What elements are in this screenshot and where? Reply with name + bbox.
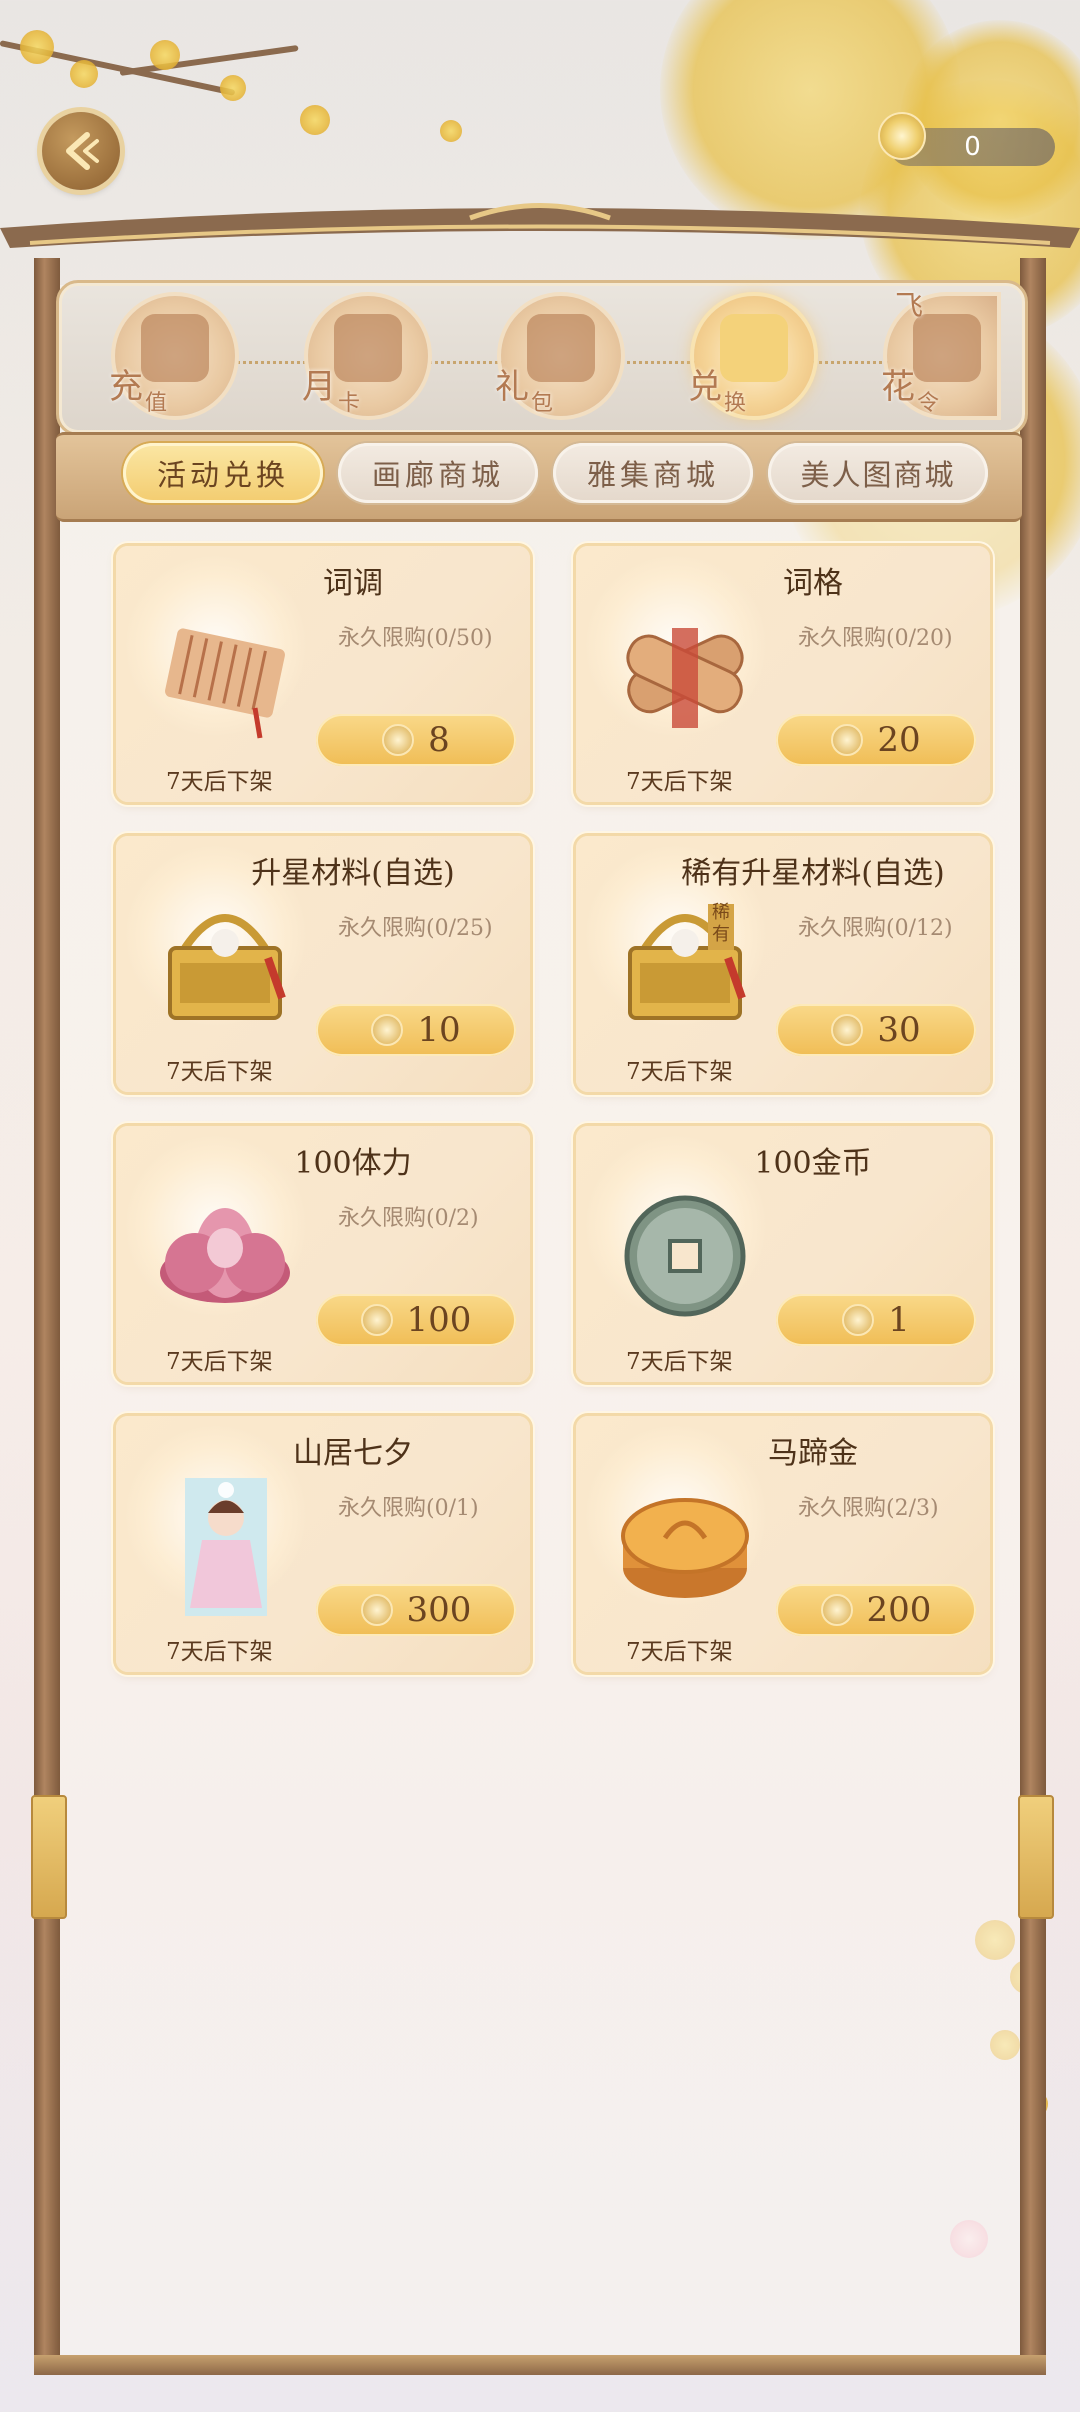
item-limit: 永久限购(0/12) xyxy=(798,916,953,941)
bamboo-scroll-icon xyxy=(626,628,744,728)
left-scroll-handle xyxy=(31,1795,67,1919)
category-label: 充 xyxy=(109,367,143,407)
tab-event-exchange[interactable]: 活动兑换 xyxy=(123,443,323,503)
item-name: 山居七夕 xyxy=(293,1436,413,1471)
price-button[interactable]: 30 xyxy=(776,1004,976,1056)
item-name: 100金币 xyxy=(754,1146,872,1181)
item-price: 30 xyxy=(877,1010,921,1050)
tab-gathering-shop[interactable]: 雅集商城 xyxy=(553,443,753,503)
category-flower-order[interactable]: 飞 花令 xyxy=(881,292,997,416)
category-sublabel: 值 xyxy=(145,391,168,416)
flower-token-icon xyxy=(831,1014,864,1046)
flower-token-icon xyxy=(831,724,864,756)
item-limit: 永久限购(0/2) xyxy=(338,1206,479,1231)
category-exchange[interactable]: 兑换 xyxy=(688,296,814,416)
item-name: 马蹄金 xyxy=(768,1436,858,1471)
shop-item-card[interactable]: 100体力 永久限购(0/2) 100 7天后下架 xyxy=(116,1126,530,1382)
item-price: 300 xyxy=(406,1590,472,1630)
tab-gallery-shop[interactable]: 画廊商城 xyxy=(338,443,538,503)
item-expire: 7天后下架 xyxy=(166,1639,273,1665)
shop-item-card[interactable]: 山居七夕 永久限购(0/1) 300 7天后下架 xyxy=(116,1416,530,1672)
price-button[interactable]: 8 xyxy=(316,714,516,766)
shop-item-card[interactable]: 马蹄金 永久限购(2/3) 200 7天后下架 xyxy=(576,1416,990,1672)
currency-value: 0 xyxy=(964,132,981,162)
item-expire: 7天后下架 xyxy=(626,1349,733,1375)
category-label: 礼 xyxy=(495,367,529,407)
price-button[interactable]: 200 xyxy=(776,1584,976,1636)
category-monthly-card[interactable]: 月卡 xyxy=(302,296,428,416)
category-label: 花 xyxy=(881,367,915,407)
item-price: 200 xyxy=(866,1590,932,1630)
item-price: 100 xyxy=(406,1300,472,1340)
item-price: 20 xyxy=(877,720,921,760)
basket-icon xyxy=(168,914,286,1020)
category-label: 月 xyxy=(302,367,336,407)
flower-token-icon xyxy=(360,1594,393,1626)
flower-token-icon xyxy=(382,724,415,756)
item-name: 100体力 xyxy=(294,1146,412,1181)
category-sublabel: 换 xyxy=(724,391,747,416)
item-limit: 永久限购(0/1) xyxy=(338,1496,479,1521)
item-expire: 7天后下架 xyxy=(626,769,733,795)
lotus-icon xyxy=(160,1208,290,1303)
item-expire: 7天后下架 xyxy=(166,1059,273,1085)
category-extra-char: 飞 xyxy=(895,289,924,322)
flower-token-icon xyxy=(360,1304,393,1336)
price-button[interactable]: 10 xyxy=(316,1004,516,1056)
scroll-icon xyxy=(165,628,285,739)
category-sublabel: 令 xyxy=(917,391,940,416)
back-button[interactable] xyxy=(42,112,120,190)
item-limit: 永久限购(0/25) xyxy=(338,916,493,941)
right-scroll-handle xyxy=(1018,1795,1054,1919)
item-name: 词格 xyxy=(783,566,843,601)
costume-portrait-icon xyxy=(185,1478,267,1616)
tab-beauty-shop[interactable]: 美人图商城 xyxy=(768,443,988,503)
shop-item-card[interactable]: 词调 永久限购(0/50) 8 7天后下架 xyxy=(116,546,530,802)
jade-coin-icon xyxy=(624,1195,746,1317)
item-limit: 永久限购(2/3) xyxy=(798,1496,939,1521)
shop-item-card[interactable]: 100金币 1 7天后下架 xyxy=(576,1126,990,1382)
category-sublabel: 卡 xyxy=(338,391,361,416)
item-price: 10 xyxy=(417,1010,461,1050)
item-name: 稀有升星材料(自选) xyxy=(681,856,945,891)
price-button[interactable]: 20 xyxy=(776,714,976,766)
category-sublabel: 包 xyxy=(531,391,554,416)
price-button[interactable]: 100 xyxy=(316,1294,516,1346)
item-limit: 永久限购(0/20) xyxy=(798,626,953,651)
flower-token-icon xyxy=(878,112,926,160)
category-label: 兑 xyxy=(688,367,722,407)
category-recharge[interactable]: 充值 xyxy=(109,296,235,416)
item-expire: 7天后下架 xyxy=(166,769,273,795)
gold-ingot-icon xyxy=(621,1498,749,1598)
frame-roof-decoration xyxy=(0,203,1080,248)
shop-item-card[interactable]: 词格 永久限购(0/20) 20 7天后下架 xyxy=(576,546,990,802)
price-button[interactable]: 1 xyxy=(776,1294,976,1346)
item-name: 词调 xyxy=(323,566,383,601)
category-gift-pack[interactable]: 礼包 xyxy=(495,296,621,416)
frame-left-pillar xyxy=(34,258,60,2368)
item-name: 升星材料(自选) xyxy=(251,856,455,891)
item-expire: 7天后下架 xyxy=(626,1059,733,1085)
rare-tag: 稀有 xyxy=(712,902,730,945)
price-button[interactable]: 300 xyxy=(316,1584,516,1636)
flower-token-icon xyxy=(371,1014,404,1046)
back-arrow-icon xyxy=(66,132,99,170)
item-price: 8 xyxy=(428,720,450,760)
rare-basket-icon xyxy=(628,904,746,1020)
frame-right-pillar xyxy=(1020,258,1046,2368)
frame-bottom-bar xyxy=(34,2355,1046,2375)
shop-item-card[interactable]: 升星材料(自选) 永久限购(0/25) 10 7天后下架 xyxy=(116,836,530,1092)
item-expire: 7天后下架 xyxy=(626,1639,733,1665)
flower-token-icon xyxy=(820,1594,853,1626)
item-price: 1 xyxy=(888,1300,910,1340)
flower-token-icon xyxy=(842,1304,875,1336)
item-limit: 永久限购(0/50) xyxy=(338,626,493,651)
item-expire: 7天后下架 xyxy=(166,1349,273,1375)
shop-item-card[interactable]: 稀有 稀有升星材料(自选) 永久限购(0/12) 30 7天后下架 xyxy=(576,836,990,1092)
